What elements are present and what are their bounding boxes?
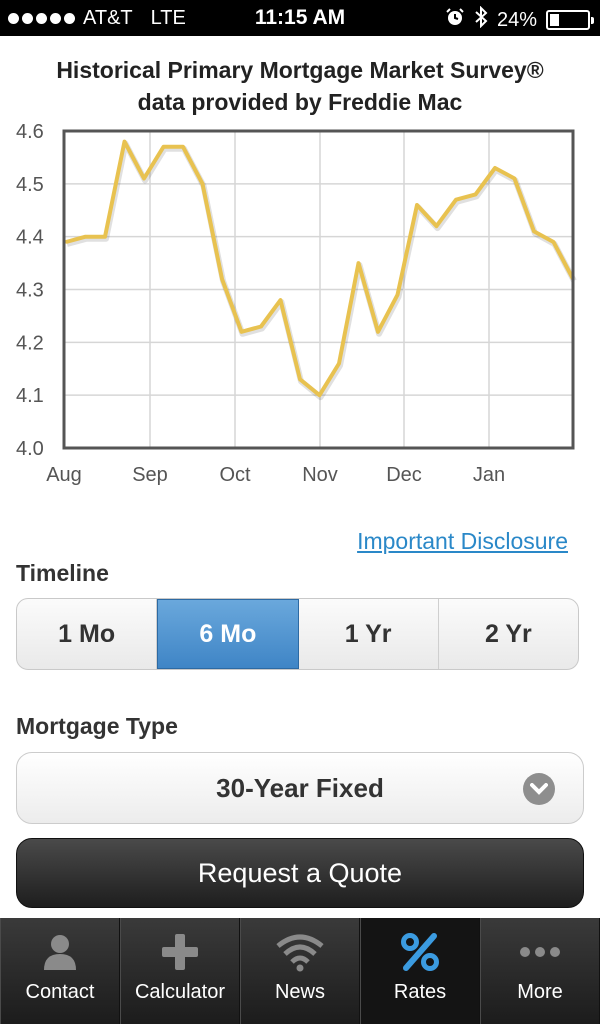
y-tick-label: 4.5 (16, 174, 44, 196)
wifi-icon (274, 929, 326, 975)
timeline-option-1mo[interactable]: 1 Mo (17, 599, 158, 669)
timeline-option-1yr[interactable]: 1 Yr (299, 599, 439, 669)
percent-icon (400, 929, 440, 975)
tab-label: Rates (393, 981, 447, 1003)
timeline-label: Timeline (16, 560, 109, 586)
data-point (435, 224, 438, 228)
y-tick-label: 4.4 (16, 227, 44, 249)
tab-calculator[interactable]: Calculator (120, 918, 240, 1024)
timeline-option-2yr[interactable]: 2 Yr (439, 599, 578, 669)
x-tick-label: Aug (46, 464, 82, 486)
data-point (162, 145, 165, 149)
data-point (513, 177, 516, 180)
data-point (259, 325, 263, 328)
data-point (220, 277, 224, 281)
mortgage-type-select[interactable]: 30-Year Fixed (16, 752, 584, 824)
data-point (240, 330, 243, 334)
data-point (396, 293, 399, 297)
status-right: 24% (445, 5, 594, 34)
person-icon (40, 929, 80, 975)
data-point (123, 140, 126, 144)
timeline-option-6mo[interactable]: 6 Mo (157, 599, 299, 669)
status-bar: AT&T LTE 11:15 AM 24% (0, 0, 600, 36)
y-tick-label: 4.0 (16, 438, 44, 460)
y-tick-label: 4.1 (16, 385, 44, 407)
data-point (103, 235, 107, 239)
tab-label: News (274, 981, 325, 1003)
mortgage-type-value: 30-Year Fixed (216, 772, 384, 803)
y-tick-label: 4.2 (16, 332, 44, 354)
ellipsis-icon (518, 929, 562, 975)
data-point (337, 362, 341, 365)
alarm-icon (445, 7, 465, 33)
data-point (201, 182, 204, 186)
data-point (142, 177, 146, 180)
data-point (181, 145, 185, 149)
chart-title: Historical Primary Mortgage Market Surve… (0, 54, 600, 118)
request-quote-button[interactable]: Request a Quote (16, 838, 584, 908)
data-point (84, 235, 87, 239)
tab-label: Contact (25, 981, 95, 1003)
x-tick-label: Jan (473, 464, 505, 486)
tab-more[interactable]: More (480, 918, 600, 1024)
mortgage-type-label: Mortgage Type (16, 713, 178, 739)
battery-icon (546, 10, 594, 30)
timeline-segmented-control: 1 Mo 6 Mo 1 Yr 2 Yr (16, 598, 579, 670)
bluetooth-icon (474, 5, 488, 34)
data-point (532, 229, 536, 233)
tab-contact[interactable]: Contact (0, 918, 120, 1024)
tab-news[interactable]: News (240, 918, 360, 1024)
data-point (474, 192, 477, 196)
chevron-down-icon (523, 773, 555, 805)
data-point (279, 298, 282, 302)
data-point (357, 261, 360, 265)
tab-rates[interactable]: Rates (360, 918, 480, 1024)
rates-line-chart: 4.6 4.5 4.4 4.3 4.2 4.1 4.0Aug Sep Oct Nov Dec Jan (16, 121, 577, 486)
x-tick-label: Sep (132, 464, 168, 486)
chart-title-line2: data provided by Freddie Mac (137, 89, 463, 115)
x-tick-label: Dec (386, 464, 422, 486)
data-point (415, 203, 419, 207)
chart-title-line1: Historical Primary Mortgage Market Surve… (56, 57, 544, 83)
data-point (298, 377, 302, 381)
data-point (454, 198, 458, 202)
tab-label: More (517, 981, 563, 1003)
battery-percent: 24% (496, 8, 537, 31)
important-disclosure-link[interactable]: Important Disclosure (357, 528, 568, 555)
y-tick-label: 4.6 (16, 121, 44, 143)
data-point (318, 393, 321, 397)
data-point (552, 240, 555, 244)
x-tick-label: Nov (302, 464, 338, 486)
tab-label: Calculator (134, 981, 226, 1003)
plus-icon (160, 929, 200, 975)
data-point (493, 166, 497, 170)
tab-bar: Contact Calculator News Rates More (0, 918, 600, 1024)
x-tick-label: Oct (219, 464, 251, 486)
data-point (376, 330, 380, 334)
y-tick-label: 4.3 (16, 280, 44, 302)
